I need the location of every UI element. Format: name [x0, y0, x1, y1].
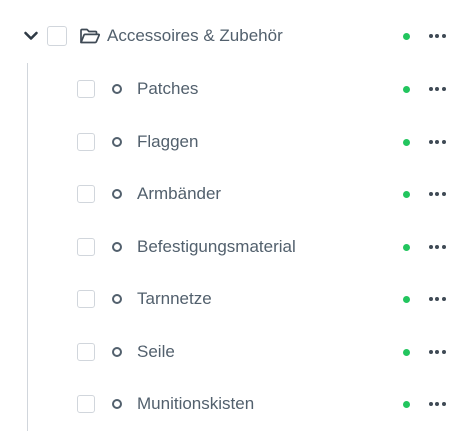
dot-icon	[428, 297, 433, 301]
category-label[interactable]: Flaggen	[137, 132, 198, 152]
more-actions-button[interactable]	[424, 132, 450, 152]
category-label[interactable]: Befestigungsmaterial	[137, 237, 296, 257]
select-checkbox[interactable]	[77, 185, 95, 203]
select-checkbox[interactable]	[77, 342, 95, 361]
dot-icon	[428, 139, 433, 144]
dot-icon	[441, 349, 446, 354]
more-actions-button[interactable]	[424, 184, 450, 204]
tree-row-child[interactable]: Munitionskisten	[0, 384, 475, 424]
select-checkbox[interactable]	[77, 290, 95, 308]
circle-bullet-icon	[112, 241, 122, 252]
category-label[interactable]: Patches	[137, 79, 198, 99]
more-actions-button[interactable]	[424, 342, 450, 362]
category-label[interactable]: Accessoires & Zubehör	[107, 26, 283, 46]
circle-bullet-icon	[112, 399, 122, 409]
dot-icon	[435, 297, 439, 301]
status-indicator	[403, 86, 410, 93]
category-tree: Accessoires & Zubehör Patches Flaggen Armb…	[0, 0, 475, 443]
chevron-down-icon[interactable]	[22, 27, 40, 45]
circle-bullet-icon	[112, 136, 122, 147]
circle-bullet-icon	[112, 84, 122, 94]
dot-icon	[441, 139, 446, 144]
status-indicator	[403, 191, 410, 198]
dot-icon	[441, 192, 446, 196]
tree-row-child[interactable]: Flaggen	[0, 122, 475, 162]
status-indicator	[403, 296, 410, 303]
dot-icon	[428, 87, 433, 91]
more-actions-button[interactable]	[424, 237, 450, 257]
select-checkbox[interactable]	[77, 395, 95, 413]
category-label[interactable]: Seile	[137, 342, 175, 362]
dot-icon	[441, 244, 446, 249]
circle-bullet-icon	[112, 189, 122, 199]
dot-icon	[435, 139, 439, 144]
category-label[interactable]: Tarnnetze	[137, 289, 212, 309]
select-checkbox[interactable]	[77, 80, 95, 98]
more-actions-button[interactable]	[424, 26, 450, 46]
status-indicator	[403, 401, 410, 408]
more-actions-button[interactable]	[424, 289, 450, 309]
status-indicator	[403, 348, 410, 356]
select-checkbox[interactable]	[77, 237, 95, 256]
dot-icon	[435, 87, 439, 91]
dot-icon	[428, 192, 433, 196]
status-indicator	[403, 243, 410, 251]
status-indicator	[403, 33, 410, 40]
dot-icon	[441, 297, 446, 301]
tree-row-child[interactable]: Tarnnetze	[0, 279, 475, 319]
tree-row-child[interactable]: Patches	[0, 69, 475, 109]
dot-icon	[428, 402, 433, 406]
tree-row-child[interactable]: Befestigungsmaterial	[0, 227, 475, 267]
tree-row-child[interactable]: Seile	[0, 332, 475, 372]
more-actions-button[interactable]	[424, 79, 450, 99]
dot-icon	[435, 349, 439, 354]
dot-icon	[435, 192, 439, 196]
dot-icon	[441, 87, 446, 91]
folder-open-icon	[80, 28, 101, 44]
category-label[interactable]: Armbänder	[137, 184, 221, 204]
select-checkbox[interactable]	[47, 26, 67, 46]
dot-icon	[428, 349, 433, 354]
circle-bullet-icon	[112, 294, 122, 304]
circle-bullet-icon	[112, 346, 122, 357]
select-checkbox[interactable]	[77, 132, 95, 151]
more-actions-button[interactable]	[424, 394, 450, 414]
dot-icon	[428, 34, 433, 38]
dot-icon	[441, 34, 446, 38]
category-label[interactable]: Munitionskisten	[137, 394, 254, 414]
dot-icon	[441, 402, 446, 406]
dot-icon	[428, 244, 433, 249]
dot-icon	[435, 34, 439, 38]
dot-icon	[435, 244, 439, 249]
tree-row-child[interactable]: Armbänder	[0, 174, 475, 214]
status-indicator	[403, 138, 410, 146]
dot-icon	[435, 402, 439, 406]
tree-row-parent[interactable]: Accessoires & Zubehör	[0, 16, 475, 56]
